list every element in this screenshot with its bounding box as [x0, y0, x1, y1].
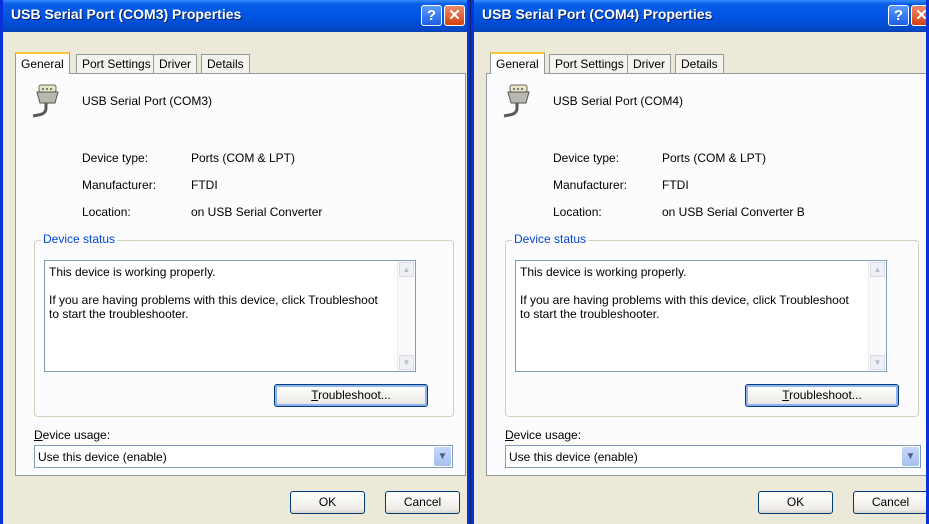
status-scrollbar[interactable]: ▲ ▼: [868, 261, 886, 371]
device-name: USB Serial Port (COM4): [553, 94, 684, 108]
close-button[interactable]: ✕: [911, 5, 926, 26]
tab-details[interactable]: Details: [201, 54, 250, 73]
troubleshoot-button[interactable]: Troubleshoot...: [274, 384, 428, 407]
device-type-value: Ports (COM & LPT): [662, 151, 767, 165]
location-value: on USB Serial Converter: [191, 205, 323, 219]
device-usage-label: Device usage:: [34, 428, 111, 442]
troubleshoot-button[interactable]: Troubleshoot...: [745, 384, 899, 407]
scroll-down-icon[interactable]: ▼: [870, 355, 885, 370]
tab-port-settings[interactable]: Port Settings: [76, 54, 157, 73]
properties-dialog-com3: USB Serial Port (COM3) Properties ? ✕ Ge…: [0, 0, 470, 524]
manufacturer-value: FTDI: [191, 178, 218, 192]
tab-general[interactable]: General: [490, 52, 545, 74]
title-bar[interactable]: USB Serial Port (COM3) Properties ? ✕: [3, 0, 467, 32]
tab-details[interactable]: Details: [675, 54, 724, 73]
help-button[interactable]: ?: [888, 5, 909, 26]
title-bar[interactable]: USB Serial Port (COM4) Properties ? ✕: [474, 0, 926, 32]
status-line: This device is working properly.: [520, 265, 687, 279]
device-status-title: Device status: [512, 232, 589, 246]
help-button[interactable]: ?: [421, 5, 442, 26]
scroll-up-icon[interactable]: ▲: [870, 262, 885, 277]
window-title: USB Serial Port (COM4) Properties: [482, 6, 713, 22]
device-status-group: Device status This device is working pro…: [34, 232, 454, 417]
serial-port-icon: [32, 84, 59, 118]
device-status-title: Device status: [41, 232, 118, 246]
device-type-label: Device type:: [553, 151, 620, 165]
device-type-value: Ports (COM & LPT): [191, 151, 296, 165]
device-usage-value: Use this device (enable): [509, 450, 638, 464]
cancel-button[interactable]: Cancel: [385, 491, 460, 514]
device-usage-value: Use this device (enable): [38, 450, 167, 464]
tab-port-settings[interactable]: Port Settings: [549, 54, 630, 73]
ok-button[interactable]: OK: [758, 491, 833, 514]
location-value: on USB Serial Converter B: [662, 205, 805, 219]
chevron-down-icon[interactable]: ▼: [902, 447, 919, 466]
scroll-up-icon[interactable]: ▲: [399, 262, 414, 277]
scroll-down-icon[interactable]: ▼: [399, 355, 414, 370]
device-type-label: Device type:: [82, 151, 149, 165]
tab-general[interactable]: General: [15, 52, 70, 74]
cancel-button[interactable]: Cancel: [853, 491, 926, 514]
status-scrollbar[interactable]: ▲ ▼: [397, 261, 415, 371]
device-name: USB Serial Port (COM3): [82, 94, 213, 108]
window-title: USB Serial Port (COM3) Properties: [11, 6, 242, 22]
device-usage-select[interactable]: Use this device (enable) ▼: [505, 445, 921, 468]
device-status-textbox[interactable]: This device is working properly. If you …: [515, 260, 887, 372]
general-tab-panel: USB Serial Port (COM4) Device type: Port…: [486, 73, 926, 476]
serial-port-icon: [503, 84, 530, 118]
location-label: Location:: [553, 205, 602, 219]
device-usage-label: Device usage:: [505, 428, 582, 442]
location-label: Location:: [82, 205, 131, 219]
manufacturer-value: FTDI: [662, 178, 689, 192]
manufacturer-label: Manufacturer:: [82, 178, 157, 192]
device-usage-select[interactable]: Use this device (enable) ▼: [34, 445, 453, 468]
manufacturer-label: Manufacturer:: [553, 178, 628, 192]
status-line: If you are having problems with this dev…: [49, 293, 378, 321]
general-tab-panel: USB Serial Port (COM3) Device type: Port…: [15, 73, 466, 476]
tab-driver[interactable]: Driver: [627, 54, 671, 73]
properties-dialog-com4: USB Serial Port (COM4) Properties ? ✕ Ge…: [471, 0, 929, 524]
device-status-group: Device status This device is working pro…: [505, 232, 919, 417]
chevron-down-icon[interactable]: ▼: [434, 447, 451, 466]
status-line: If you are having problems with this dev…: [520, 293, 849, 321]
ok-button[interactable]: OK: [290, 491, 365, 514]
device-status-textbox[interactable]: This device is working properly. If you …: [44, 260, 416, 372]
close-button[interactable]: ✕: [444, 5, 465, 26]
tab-driver[interactable]: Driver: [153, 54, 197, 73]
status-line: This device is working properly.: [49, 265, 216, 279]
